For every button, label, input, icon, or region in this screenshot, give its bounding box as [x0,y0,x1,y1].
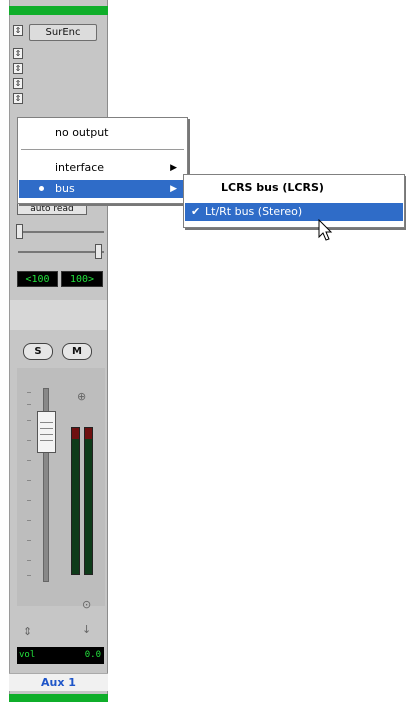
submenu-item-label: Lt/Rt bus (Stereo) [205,205,303,218]
track-name[interactable]: Aux 1 [9,673,108,691]
pan-right-display: 100> [61,271,103,287]
insert-selector-4[interactable]: ⇕ [13,78,23,89]
fader-tick [27,404,31,405]
volume-value: 0.0 [84,650,101,660]
volume-fader-handle[interactable] [37,411,56,453]
submenu-item-ltrt-bus[interactable]: ✔ Lt/Rt bus (Stereo) [185,203,403,221]
menu-item-interface[interactable]: interface ▶ [19,159,186,177]
submenu-arrow-icon: ▶ [170,184,177,194]
record-arm-icon[interactable]: ⊕ [77,390,86,403]
strip-top-bar [9,6,108,15]
selected-bullet-icon [39,186,44,191]
fader-tick [27,420,31,421]
submenu-item-lcrs-bus[interactable]: LCRS bus (LCRS) [185,179,403,197]
pan-slider-2[interactable] [18,251,104,253]
volume-label: vol [19,650,36,660]
level-meter-left [71,427,80,575]
fader-tick [27,500,31,501]
menu-item-label: bus [55,182,75,195]
fader-arrows-icon[interactable]: ⇕ [23,625,32,638]
insert-selector-3[interactable]: ⇕ [13,63,23,74]
strip-spacer [10,300,107,330]
output-menu: no output interface ▶ bus ▶ [17,117,188,204]
check-icon: ✔ [191,205,201,218]
volume-display: vol 0.0 [17,647,104,664]
insert-selector-5[interactable]: ⇕ [13,93,23,104]
fader-tick [27,520,31,521]
pan-left-display: <100 [17,271,58,287]
mouse-pointer-icon [318,219,333,241]
menu-item-label: interface [55,161,105,174]
pan-slider-1-thumb[interactable] [16,224,23,239]
menu-item-bus[interactable]: bus ▶ [19,180,186,198]
bus-submenu: LCRS bus (LCRS) ✔ Lt/Rt bus (Stereo) [183,174,405,228]
fader-tick [27,440,31,441]
submenu-item-label: LCRS bus (LCRS) [221,181,324,194]
menu-separator [21,149,184,150]
submenu-arrow-icon: ▶ [170,163,177,173]
strip-bottom-bar [9,694,108,702]
insert-selector-2[interactable]: ⇕ [13,48,23,59]
fader-tick [27,540,31,541]
fader-tick [27,392,31,393]
solo-button[interactable]: S [23,343,53,360]
fader-tick [27,460,31,461]
insert-selector-1[interactable]: ⇕ [13,25,23,36]
mute-button[interactable]: M [62,343,92,360]
fader-tick [27,560,31,561]
level-meter-right [84,427,93,575]
insert-surenc-button[interactable]: SurEnc [29,24,97,41]
fader-tick [27,480,31,481]
menu-item-label: no output [55,126,109,139]
output-arrow-icon[interactable]: ↓ [82,623,91,636]
menu-item-no-output[interactable]: no output [19,124,186,142]
dot-icon[interactable]: ⊙ [82,598,91,611]
pan-slider-1[interactable] [18,231,104,233]
pan-slider-2-thumb[interactable] [95,244,102,259]
automation-mode-button[interactable]: auto read [17,203,87,215]
fader-tick [27,575,31,576]
